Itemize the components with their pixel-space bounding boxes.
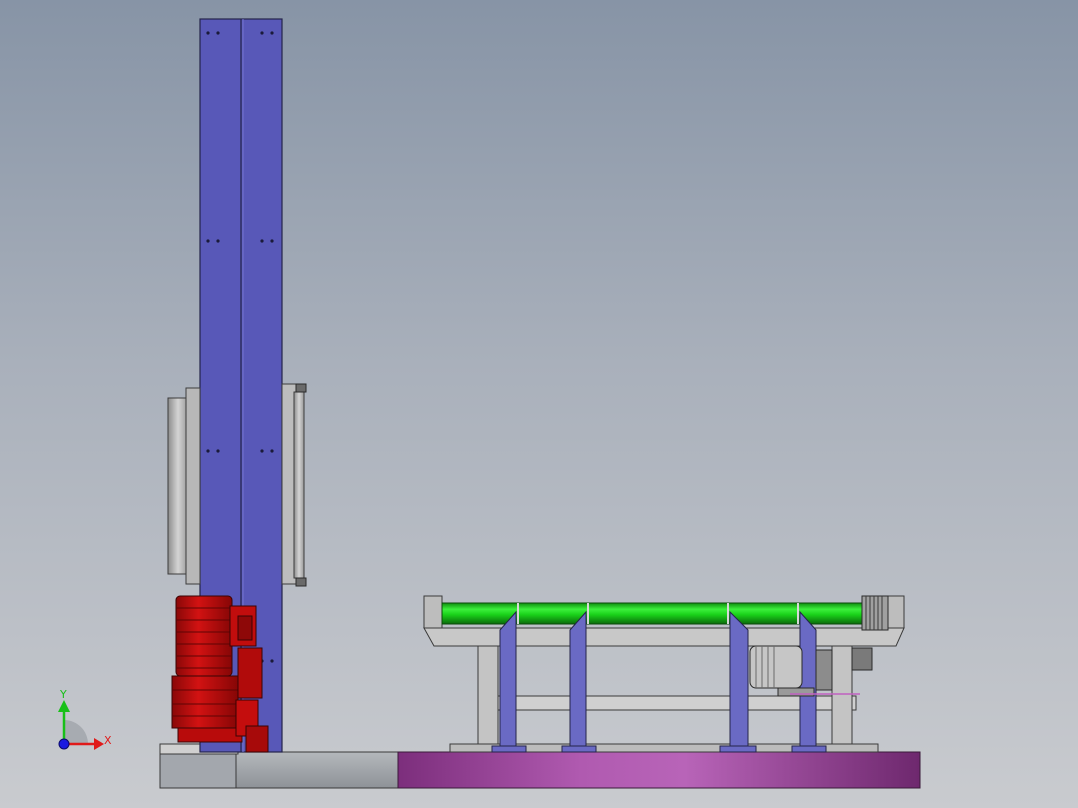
cad-viewport[interactable]: Y X [0,0,1078,808]
drive-motor [171,595,269,753]
carriage-right-plate [281,383,307,587]
sprocket-assembly [861,595,889,631]
turntable-base [397,751,921,789]
carriage-left-plate [167,387,201,585]
triad-x-label: X [104,734,112,747]
triad-y-label: Y [59,688,67,701]
coordinate-triad: Y X [58,688,112,750]
